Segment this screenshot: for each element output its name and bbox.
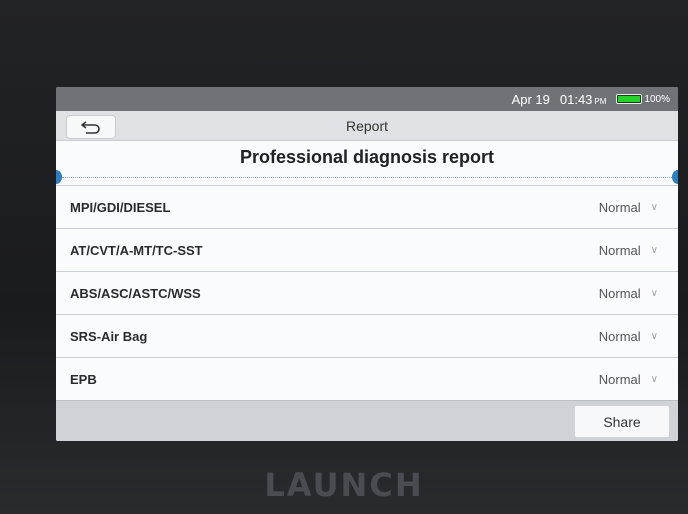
chevron-down-icon: ∨ bbox=[650, 287, 658, 299]
status-value: Normal bbox=[598, 199, 641, 215]
status-time-group: 01:43 PM bbox=[560, 92, 607, 107]
status-value: Normal bbox=[598, 242, 641, 258]
battery-icon bbox=[616, 94, 643, 104]
battery-percent: 100% bbox=[644, 93, 670, 105]
list-item: MPI/GDI/DIESEL Normal ∨ bbox=[56, 185, 678, 228]
status-bar: Apr 19 01:43 PM 100% bbox=[56, 87, 678, 111]
status-ampm: PM bbox=[594, 96, 607, 106]
chevron-down-icon: ∨ bbox=[650, 373, 658, 385]
status-dropdown[interactable]: Normal ∨ bbox=[599, 372, 658, 387]
list-item: EPB Normal ∨ bbox=[56, 357, 678, 400]
status-date: Apr 19 bbox=[511, 91, 550, 107]
system-name: ABS/ASC/ASTC/WSS bbox=[70, 285, 201, 301]
status-dropdown[interactable]: Normal ∨ bbox=[599, 286, 658, 301]
system-name: AT/CVT/A-MT/TC-SST bbox=[70, 242, 203, 258]
page-title: Report bbox=[345, 117, 389, 134]
title-bar: Report bbox=[56, 111, 678, 141]
status-value: Normal bbox=[598, 328, 641, 344]
status-value: Normal bbox=[598, 285, 641, 301]
back-button[interactable] bbox=[66, 115, 116, 139]
system-name: MPI/GDI/DIESEL bbox=[70, 199, 171, 215]
status-dropdown[interactable]: Normal ∨ bbox=[599, 329, 658, 344]
list-item: ABS/ASC/ASTC/WSS Normal ∨ bbox=[56, 271, 678, 314]
brand-logo: LAUNCH bbox=[264, 466, 424, 504]
report-header: Professional diagnosis report bbox=[56, 141, 678, 185]
list-item: AT/CVT/A-MT/TC-SST Normal ∨ bbox=[56, 228, 678, 271]
bottom-bar: Share bbox=[56, 400, 678, 441]
share-button[interactable]: Share bbox=[574, 405, 670, 438]
battery-indicator: 100% bbox=[616, 94, 670, 105]
status-time: 01:43 bbox=[559, 91, 593, 107]
chevron-down-icon: ∨ bbox=[650, 244, 658, 256]
divider-dot-right bbox=[672, 170, 678, 184]
status-dropdown[interactable]: Normal ∨ bbox=[599, 200, 658, 215]
report-title: Professional diagnosis report bbox=[239, 147, 495, 167]
chevron-down-icon: ∨ bbox=[650, 330, 658, 342]
status-dropdown[interactable]: Normal ∨ bbox=[599, 243, 658, 258]
chevron-down-icon: ∨ bbox=[650, 201, 658, 213]
list-item: SRS-Air Bag Normal ∨ bbox=[56, 314, 678, 357]
divider-dot-left bbox=[56, 170, 62, 184]
battery-fill bbox=[618, 96, 641, 102]
divider bbox=[62, 177, 672, 178]
system-name: SRS-Air Bag bbox=[70, 328, 148, 344]
system-list: MPI/GDI/DIESEL Normal ∨ AT/CVT/A-MT/TC-SST N… bbox=[56, 185, 678, 400]
system-name: EPB bbox=[70, 371, 97, 387]
undo-arrow-icon bbox=[81, 121, 100, 134]
status-value: Normal bbox=[598, 371, 641, 387]
device-screen: Apr 19 01:43 PM 100% Report Professional … bbox=[56, 87, 678, 441]
report-content: Professional diagnosis report MPI/GDI/DI… bbox=[56, 141, 678, 400]
